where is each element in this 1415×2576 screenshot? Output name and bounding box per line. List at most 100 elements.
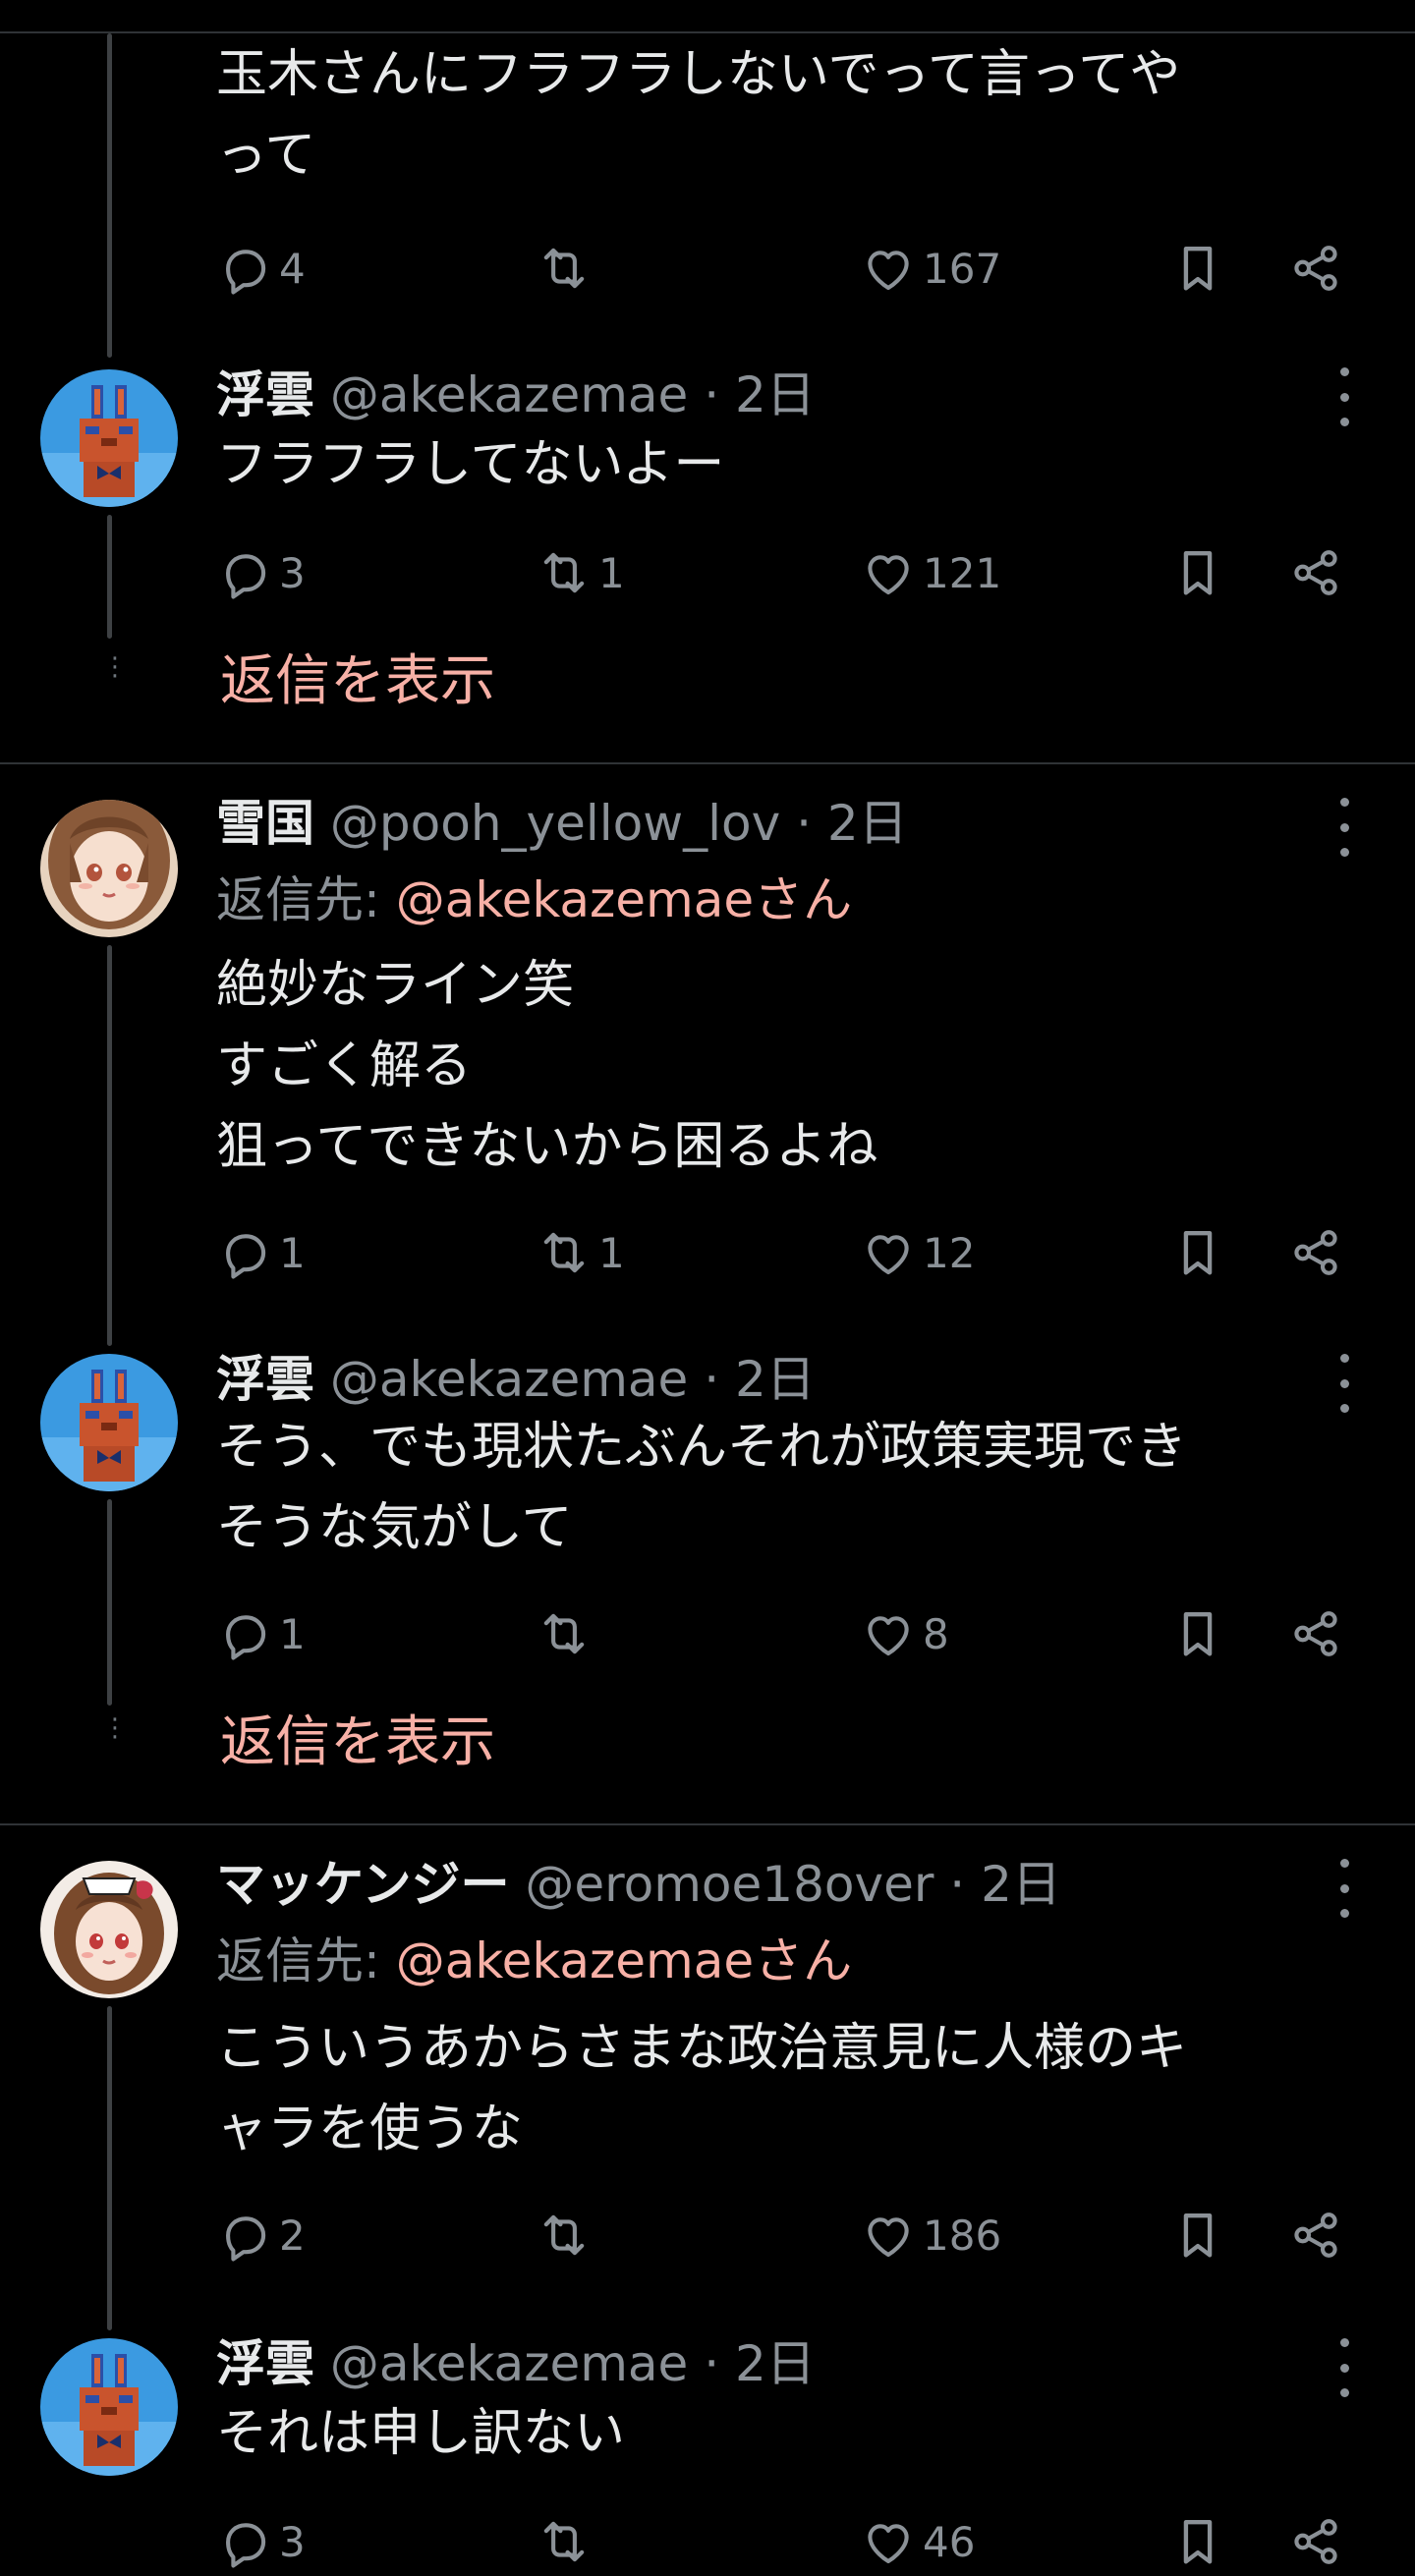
more-options-button[interactable] — [1332, 1354, 1356, 1413]
timestamp[interactable]: 2日 — [735, 2335, 816, 2392]
user-handle[interactable]: @akekazemae — [330, 2335, 688, 2392]
avatar[interactable] — [40, 369, 178, 507]
like-count: 167 — [923, 244, 1002, 293]
bookmark-button[interactable] — [1169, 538, 1226, 607]
like-icon — [860, 2207, 917, 2264]
more-options-button[interactable] — [1332, 798, 1356, 857]
repost-button[interactable] — [536, 2201, 598, 2269]
share-icon — [1287, 544, 1344, 601]
display-name[interactable]: マッケンジー — [216, 1856, 510, 1913]
reply-to-line: 返信先: @akekazemaeさん — [216, 1932, 852, 1990]
post-header: マッケンジー @eromoe18over · 2日 — [216, 1855, 1061, 1914]
bookmark-button[interactable] — [1169, 2507, 1226, 2576]
reply-icon — [216, 1224, 273, 1281]
share-button[interactable] — [1287, 1218, 1344, 1287]
like-button[interactable]: 8 — [860, 1599, 949, 1668]
reply-button[interactable]: 3 — [216, 538, 306, 607]
like-button[interactable]: 167 — [860, 234, 1001, 303]
bookmark-button[interactable] — [1169, 1599, 1226, 1668]
reply-icon — [216, 1605, 273, 1662]
show-replies-link[interactable]: 返信を表示 — [220, 643, 495, 721]
repost-button[interactable] — [536, 1599, 598, 1668]
show-replies-link[interactable]: 返信を表示 — [220, 1704, 495, 1782]
repost-button[interactable]: 1 — [536, 538, 625, 607]
reply-to-mention[interactable]: @akekazemaeさん — [396, 871, 852, 928]
reply-button[interactable]: 1 — [216, 1599, 306, 1668]
user-handle[interactable]: @akekazemae — [330, 1351, 688, 1408]
like-button[interactable]: 121 — [860, 538, 1001, 607]
bookmark-button[interactable] — [1169, 1218, 1226, 1287]
separator: · — [934, 1856, 982, 1913]
share-icon — [1287, 1224, 1344, 1281]
avatar[interactable] — [40, 2338, 178, 2476]
timestamp[interactable]: 2日 — [981, 1856, 1061, 1913]
like-button[interactable]: 46 — [860, 2507, 975, 2576]
bunny-avatar-icon — [40, 1354, 178, 1491]
more-options-button[interactable] — [1332, 367, 1356, 426]
maid-girl-avatar-icon — [40, 1861, 178, 1998]
like-icon — [860, 544, 917, 601]
like-button[interactable]: 12 — [860, 1218, 975, 1287]
separator: · — [688, 2335, 735, 2392]
display-name[interactable]: 浮雲 — [216, 366, 314, 423]
reply-icon — [216, 240, 273, 297]
repost-button[interactable] — [536, 2507, 598, 2576]
section-divider — [0, 762, 1415, 764]
more-options-button[interactable] — [1332, 1859, 1356, 1918]
repost-count: 1 — [598, 1228, 625, 1277]
timestamp[interactable]: 2日 — [735, 1351, 816, 1408]
avatar[interactable] — [40, 1861, 178, 1998]
girl-avatar-icon — [40, 800, 178, 937]
like-button[interactable]: 186 — [860, 2201, 1001, 2269]
display-name[interactable]: 浮雲 — [216, 1351, 314, 1408]
share-button[interactable] — [1287, 538, 1344, 607]
separator: · — [688, 366, 735, 423]
share-button[interactable] — [1287, 2507, 1344, 2576]
repost-button[interactable] — [536, 234, 598, 303]
display-name[interactable]: 浮雲 — [216, 2335, 314, 2392]
post-text: 絶妙なライン笑 すごく解る 狙ってできないから困るよね — [216, 956, 878, 1176]
thread-continuation-dots: ⋮ — [102, 652, 128, 682]
thread-line — [107, 515, 112, 639]
share-icon — [1287, 2513, 1344, 2570]
display-name[interactable]: 雪国 — [216, 795, 314, 852]
post-header: 浮雲 @akekazemae · 2日 — [216, 365, 816, 424]
timestamp[interactable]: 2日 — [827, 795, 908, 852]
repost-icon — [536, 2513, 593, 2570]
user-handle[interactable]: @eromoe18over — [525, 1856, 934, 1913]
more-options-button[interactable] — [1332, 2338, 1356, 2397]
bookmark-icon — [1169, 1605, 1226, 1662]
like-icon — [860, 2513, 917, 2570]
reply-to-mention[interactable]: @akekazemaeさん — [396, 1932, 852, 1989]
share-button[interactable] — [1287, 1599, 1344, 1668]
avatar[interactable] — [40, 1354, 178, 1491]
reply-to-prefix: 返信先: — [216, 1932, 396, 1989]
avatar[interactable] — [40, 800, 178, 937]
reply-icon — [216, 544, 273, 601]
bookmark-button[interactable] — [1169, 234, 1226, 303]
reply-button[interactable]: 3 — [216, 2507, 306, 2576]
thread-line — [107, 945, 112, 1346]
user-handle[interactable]: @akekazemae — [330, 366, 688, 423]
like-count: 186 — [923, 2211, 1002, 2260]
like-count: 12 — [923, 1228, 976, 1277]
timestamp[interactable]: 2日 — [735, 366, 816, 423]
repost-button[interactable]: 1 — [536, 1218, 625, 1287]
reply-count: 1 — [279, 1609, 306, 1658]
reply-button[interactable]: 2 — [216, 2201, 306, 2269]
post-text: 玉木さんにフラフラしないでって言ってや って — [216, 45, 1181, 185]
reply-button[interactable]: 1 — [216, 1218, 306, 1287]
like-icon — [860, 1605, 917, 1662]
bookmark-button[interactable] — [1169, 2201, 1226, 2269]
thread-line — [107, 2006, 112, 2330]
post-actions: 1 1 12 — [216, 1218, 1366, 1287]
share-icon — [1287, 240, 1344, 297]
share-button[interactable] — [1287, 234, 1344, 303]
reply-count: 4 — [279, 244, 306, 293]
reply-icon — [216, 2513, 273, 2570]
user-handle[interactable]: @pooh_yellow_lov — [330, 795, 780, 852]
reply-button[interactable]: 4 — [216, 234, 306, 303]
share-button[interactable] — [1287, 2201, 1344, 2269]
post-text: それは申し訳ない — [216, 2404, 626, 2463]
post-text: フラフラしてないよー — [216, 435, 725, 494]
